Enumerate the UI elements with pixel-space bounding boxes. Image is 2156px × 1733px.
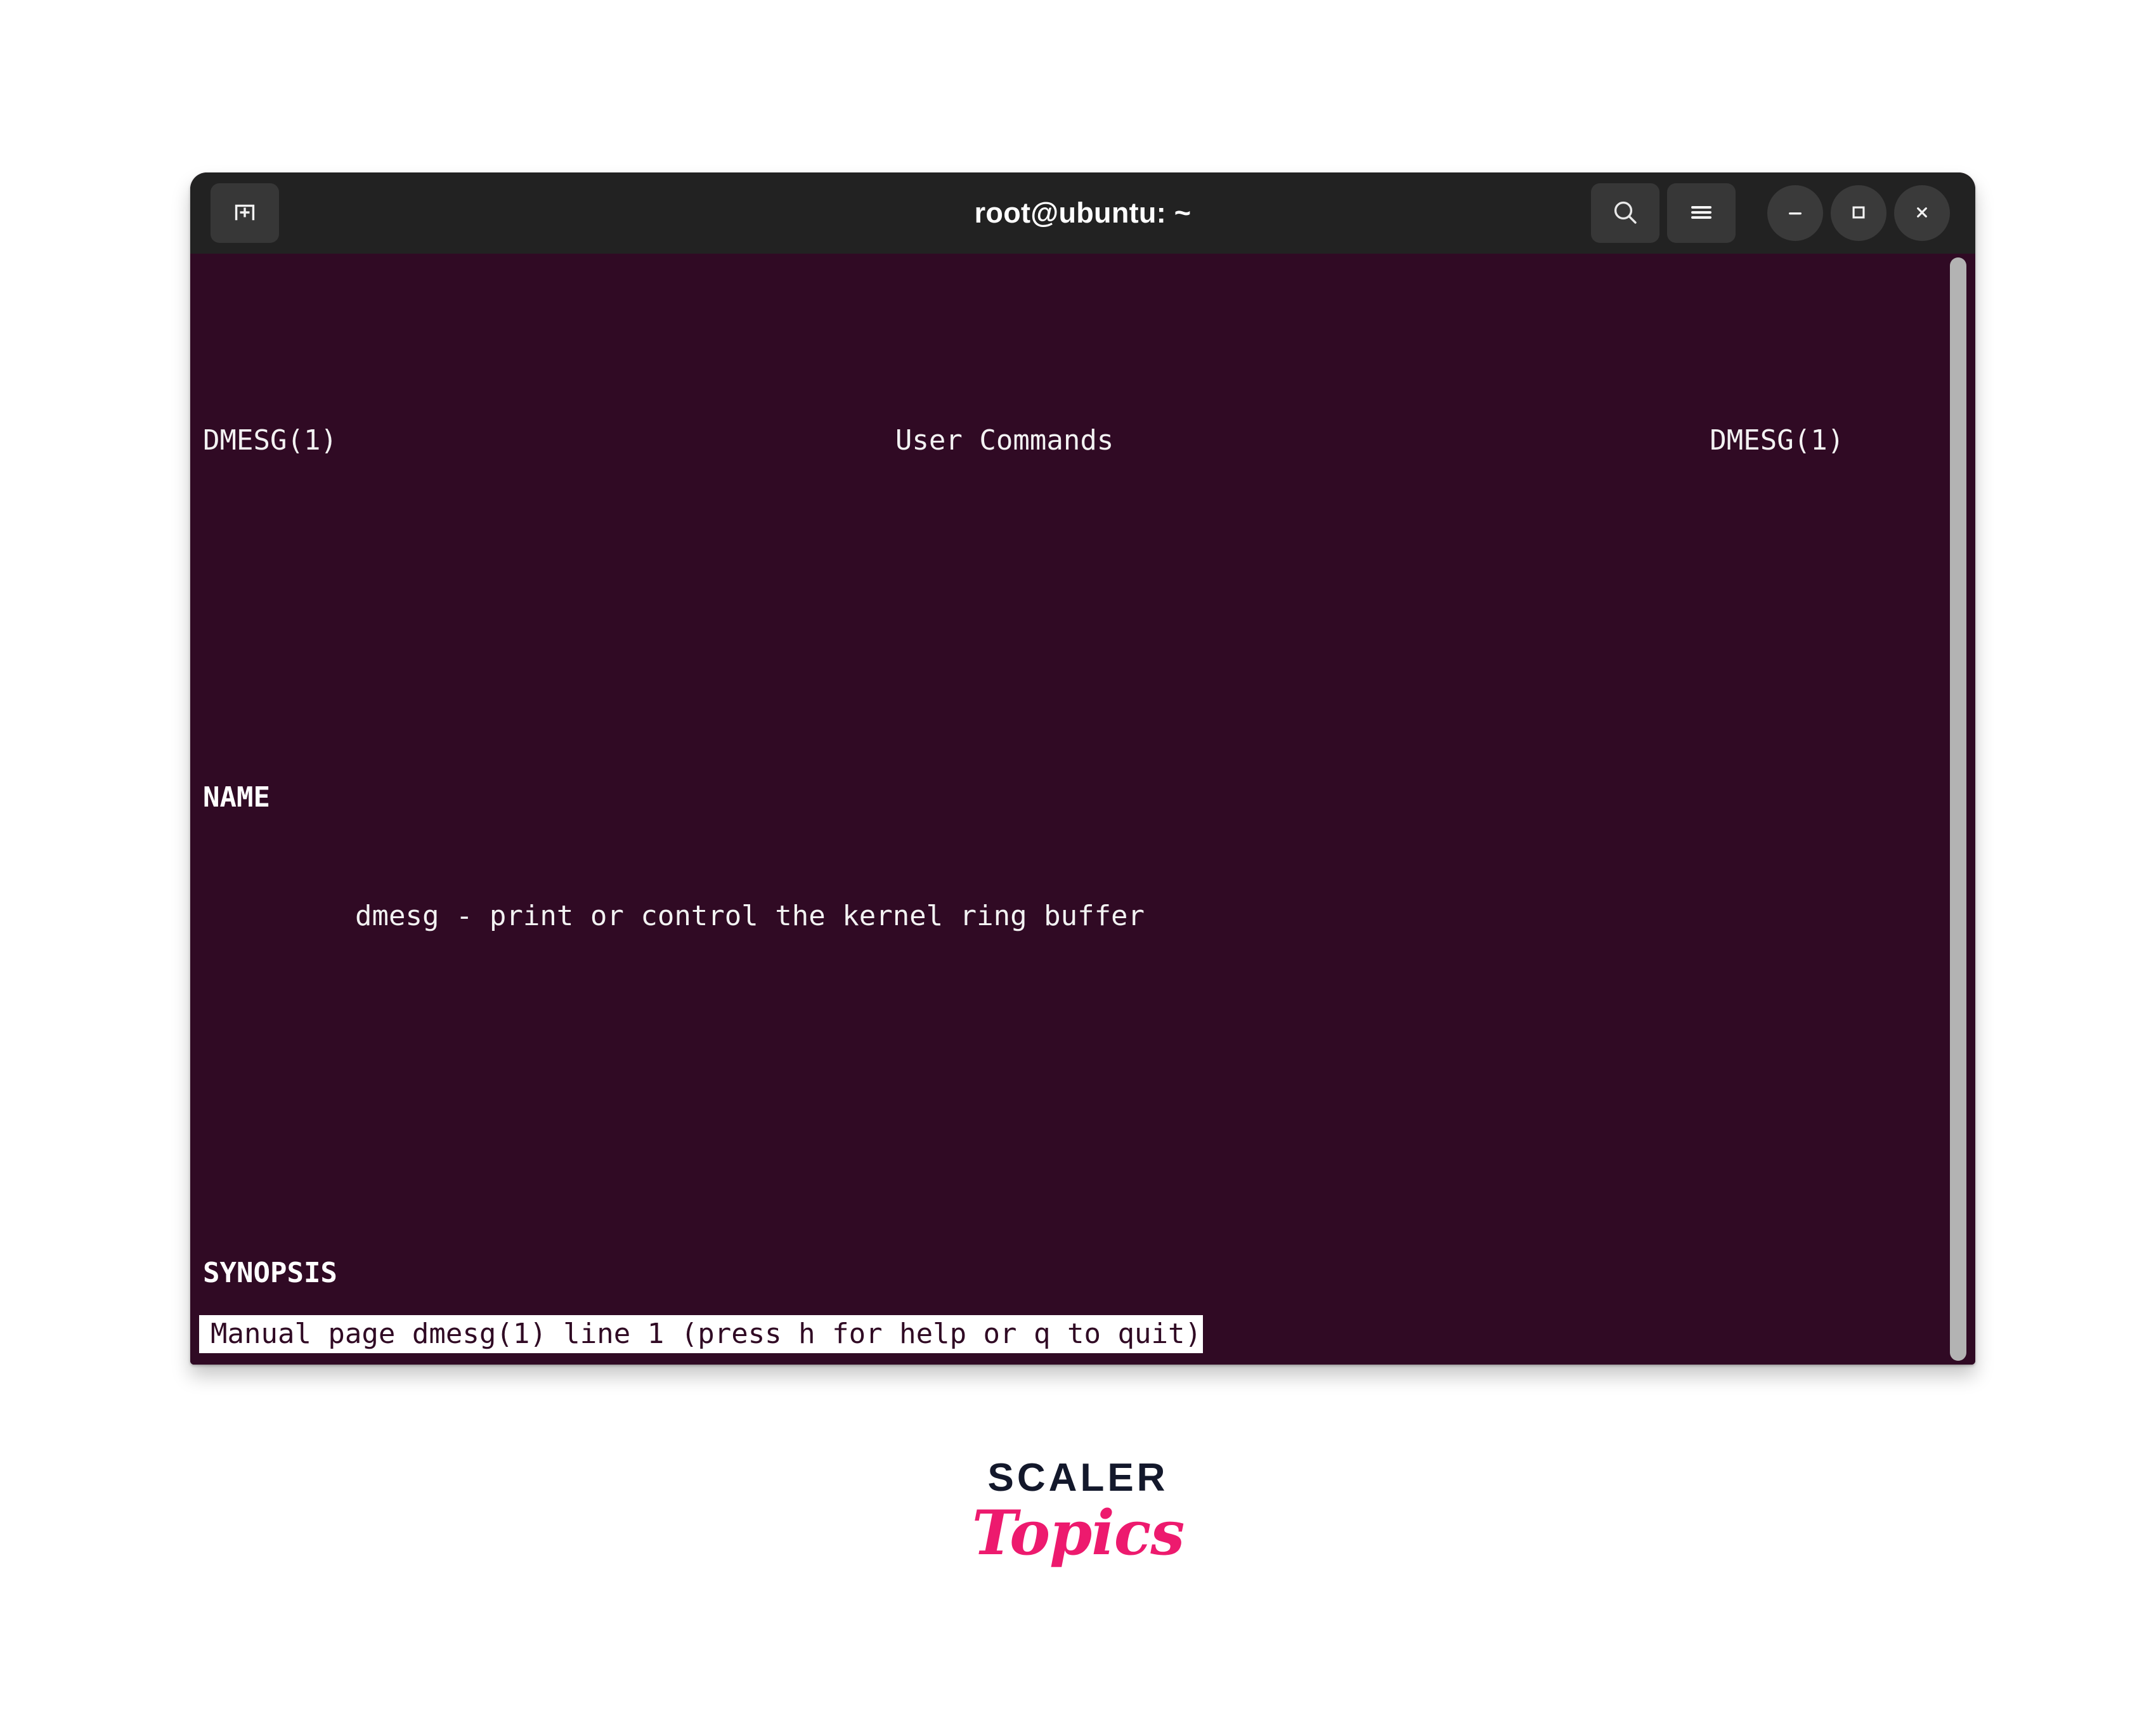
minimize-icon <box>1783 200 1808 227</box>
screenshot-root: root@ubuntu: ~ DMESG(1) User Commands DM… <box>0 0 2156 1733</box>
section-heading-synopsis: SYNOPSIS <box>203 1256 337 1289</box>
vertical-scrollbar[interactable] <box>1950 257 1966 1361</box>
close-button[interactable] <box>1894 185 1950 241</box>
section-heading-name: NAME <box>203 781 270 814</box>
man-header-row: DMESG(1) User Commands DMESG(1) <box>203 421 1925 461</box>
terminal-content-area[interactable]: DMESG(1) User Commands DMESG(1) NAME dmesg… <box>190 254 1975 1365</box>
search-icon <box>1610 197 1640 230</box>
scaler-topics-logo: SCALER Topics <box>0 1458 2156 1566</box>
scrollbar-thumb[interactable] <box>1950 257 1966 1361</box>
logo-primary-text: SCALER <box>987 1456 1169 1500</box>
logo-secondary-text: Topics <box>971 1497 1185 1569</box>
terminal-window: root@ubuntu: ~ DMESG(1) User Commands DM… <box>190 172 1975 1365</box>
maximize-button[interactable] <box>1831 185 1886 241</box>
pager-status-bar: Manual page dmesg(1) line 1 (press h for… <box>199 1315 1203 1353</box>
name-body: dmesg - print or control the kernel ring… <box>355 900 1145 932</box>
man-header-center: User Commands <box>895 424 1114 457</box>
new-tab-icon <box>230 198 259 229</box>
hamburger-menu-icon <box>1686 197 1717 230</box>
window-title-bar[interactable]: root@ubuntu: ~ <box>190 172 1975 254</box>
man-header-right: DMESG(1) <box>1710 424 1845 457</box>
man-header-left: DMESG(1) <box>203 424 337 457</box>
minimize-button[interactable] <box>1767 185 1823 241</box>
close-icon <box>1910 200 1934 226</box>
man-page-text: DMESG(1) User Commands DMESG(1) NAME dmesg… <box>203 263 1925 1365</box>
search-button[interactable] <box>1591 183 1659 243</box>
menu-button[interactable] <box>1667 183 1736 243</box>
maximize-icon <box>1847 200 1871 226</box>
new-tab-button[interactable] <box>211 183 279 243</box>
titlebar-actions <box>1591 183 1950 243</box>
